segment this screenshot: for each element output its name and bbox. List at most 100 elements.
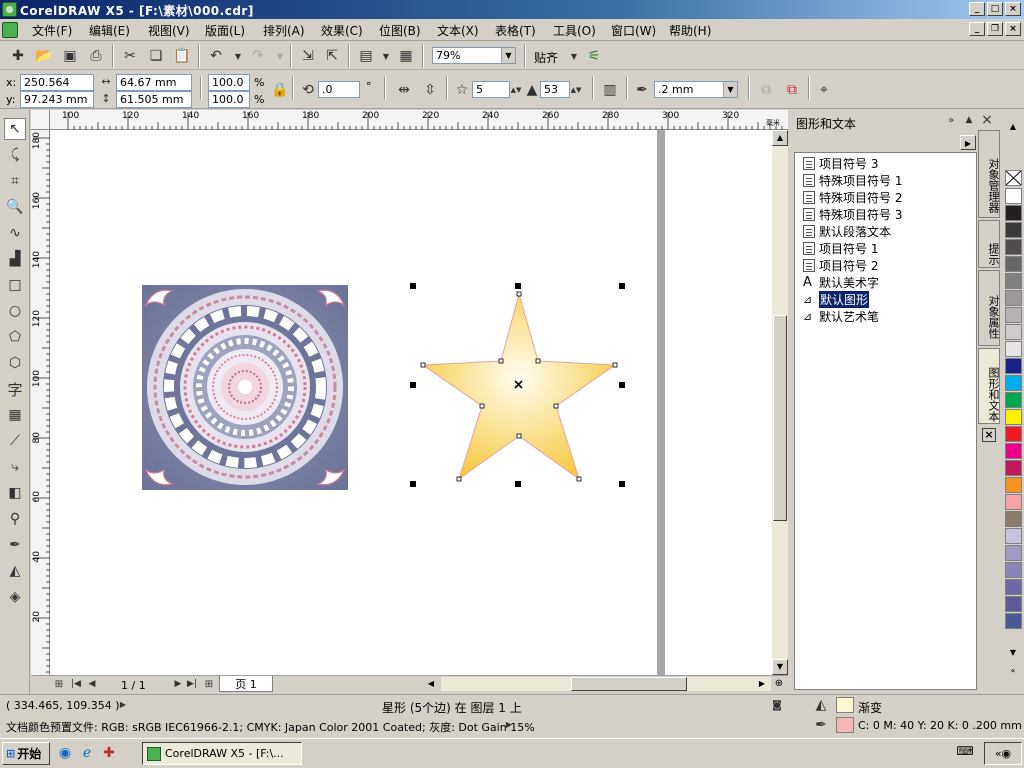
open-folder-icon[interactable]: 📂	[34, 46, 54, 66]
x-position-field[interactable]: 250.564 mm	[20, 74, 94, 104]
palette-flyout-icon[interactable]: «	[1007, 666, 1019, 680]
scroll-right-arrow-icon[interactable]: ▶	[754, 676, 770, 692]
polygon-tool-icon[interactable]: ⬠	[4, 326, 26, 348]
list-item[interactable]: 特殊项目符号 2	[803, 189, 902, 205]
docker-close-icon[interactable]: ×	[980, 112, 994, 128]
menu-bitmaps[interactable]: 位图(B)	[379, 22, 421, 39]
outline-width-select[interactable]: .2 mm ▼	[654, 81, 738, 98]
menu-tools[interactable]: 工具(O)	[553, 22, 596, 39]
browser-icon[interactable]: ◉	[56, 744, 74, 762]
color-swatch[interactable]	[1005, 358, 1022, 374]
zoom-level-select[interactable]: 79% ▼	[432, 47, 516, 64]
last-page-icon[interactable]: ▶|	[185, 676, 199, 692]
list-item[interactable]: 项目符号 2	[803, 257, 878, 273]
color-profile-info[interactable]: 文档颜色预置文件: RGB: sRGB IEC61966-2.1; CMYK: …	[6, 719, 535, 735]
next-page-icon[interactable]: ▶	[171, 676, 185, 692]
menu-effects[interactable]: 效果(C)	[321, 22, 363, 39]
color-swatch[interactable]	[1005, 545, 1022, 561]
close-button[interactable]: ×	[1005, 2, 1021, 16]
color-swatch[interactable]	[1005, 579, 1022, 595]
to-back-icon[interactable]: ⧉	[756, 80, 776, 100]
color-swatch[interactable]	[1005, 409, 1022, 425]
styles-list[interactable]: 项目符号 3 特殊项目符号 1 特殊项目符号 2 特殊项目符号 3 默认段落文本…	[794, 152, 977, 690]
menu-help[interactable]: 帮助(H)	[669, 22, 711, 39]
add-page-icon[interactable]: ⊞	[51, 676, 67, 692]
mirror-vertical-icon[interactable]: ⇳	[420, 80, 440, 100]
snap-dropdown-icon[interactable]: ▼	[564, 46, 584, 66]
color-swatch[interactable]	[1005, 596, 1022, 612]
tool-icon[interactable]: ✚	[100, 744, 118, 762]
save-icon[interactable]: ▣	[60, 46, 80, 66]
color-swatch[interactable]	[1005, 562, 1022, 578]
horizontal-ruler[interactable]: 100 120 140 160 180 200 220 240 260 280 …	[50, 110, 788, 130]
color-swatch[interactable]	[1005, 256, 1022, 272]
color-swatch[interactable]	[1005, 188, 1022, 204]
color-swatch[interactable]	[1005, 222, 1022, 238]
fill-tool-icon[interactable]: ◭	[4, 560, 26, 582]
convert-to-curves-icon[interactable]: ⌖	[814, 80, 834, 100]
keyboard-icon[interactable]: ⌨	[956, 744, 974, 762]
crop-tool-icon[interactable]: ⌗	[4, 170, 26, 192]
rotation-field[interactable]: .0	[318, 81, 360, 98]
connector-tool-icon[interactable]: ⤷	[4, 456, 26, 478]
vertical-ruler[interactable]: 180 160 140 120 100 80 60 40 20	[31, 130, 50, 675]
to-front-icon[interactable]: ⧉	[782, 80, 802, 100]
color-swatch[interactable]	[1005, 477, 1022, 493]
menu-layout[interactable]: 版面(L)	[205, 22, 245, 39]
print-icon[interactable]: ⎙	[86, 46, 106, 66]
scroll-down-arrow-icon[interactable]: ▼	[772, 659, 788, 675]
status-arrow-icon[interactable]: ▶	[118, 697, 128, 711]
scale-x-field[interactable]: 100.0	[208, 74, 250, 91]
color-swatch[interactable]	[1005, 443, 1022, 459]
fill-swatch[interactable]	[836, 697, 854, 713]
list-item[interactable]: 特殊项目符号 3	[803, 206, 902, 222]
snap-to-label[interactable]: 贴齐	[534, 49, 558, 66]
outline-pen-tool-icon[interactable]: ✒	[4, 534, 26, 556]
scroll-left-arrow-icon[interactable]: ◀	[423, 676, 439, 692]
color-swatch[interactable]	[1005, 511, 1022, 527]
menu-window[interactable]: 窗口(W)	[611, 22, 656, 39]
tab-object-manager[interactable]: 对象管理器	[978, 130, 1000, 218]
lock-ratio-icon[interactable]: 🔒	[270, 80, 290, 100]
star-points-field[interactable]: 5	[472, 81, 510, 98]
list-item[interactable]: 特殊项目符号 1	[803, 172, 902, 188]
basic-shapes-tool-icon[interactable]: ⬡	[4, 352, 26, 374]
prev-page-icon[interactable]: ◀	[85, 676, 99, 692]
options-icon[interactable]: ⚟	[584, 46, 604, 66]
table-tool-icon[interactable]: ▦	[4, 404, 26, 426]
color-swatch[interactable]	[1005, 426, 1022, 442]
tray-expand-icon[interactable]: «◉	[984, 742, 1022, 765]
vertical-scrollbar[interactable]: ▲ ▼	[772, 130, 788, 675]
document-icon[interactable]	[2, 22, 18, 38]
undo-icon[interactable]: ↶	[206, 46, 226, 66]
menu-table[interactable]: 表格(T)	[495, 22, 536, 39]
interactive-fill-tool-icon[interactable]: ◈	[4, 586, 26, 608]
maximize-button[interactable]: □	[987, 2, 1003, 16]
list-item[interactable]: A 默认美术字	[803, 274, 879, 290]
color-swatch[interactable]	[1005, 528, 1022, 544]
sharpness-field[interactable]: 53	[540, 81, 570, 98]
menu-text[interactable]: 文本(X)	[437, 22, 479, 39]
scroll-up-arrow-icon[interactable]: ▲	[772, 130, 788, 146]
pick-tool-icon[interactable]: ↖	[4, 118, 26, 140]
redo-icon[interactable]: ↷	[248, 46, 268, 66]
palette-scroll-down-icon[interactable]: ▼	[1007, 648, 1019, 662]
welcome-screen-icon[interactable]: ▦	[396, 46, 416, 66]
tab-object-properties[interactable]: 对象属性	[978, 270, 1000, 346]
doc-minimize-button[interactable]: _	[969, 22, 985, 36]
rectangle-tool-icon[interactable]: □	[4, 274, 26, 296]
color-swatch[interactable]	[1005, 375, 1022, 391]
list-item[interactable]: ⊿ 默认艺术笔	[803, 308, 879, 324]
width-field[interactable]: 64.67 mm	[116, 74, 192, 91]
copy-icon[interactable]: ❏	[146, 46, 166, 66]
color-swatch[interactable]	[1005, 307, 1022, 323]
smart-fill-tool-icon[interactable]: ▟	[4, 248, 26, 270]
menu-file[interactable]: 文件(F)	[32, 22, 72, 39]
taskbar-coreldraw-button[interactable]: CorelDRAW X5 - [F:\...	[142, 742, 302, 765]
color-swatch[interactable]	[1005, 460, 1022, 476]
add-page-after-icon[interactable]: ⊞	[201, 676, 217, 692]
text-tool-icon[interactable]: 字	[4, 378, 26, 400]
mirror-horizontal-icon[interactable]: ⇹	[394, 80, 414, 100]
color-swatch[interactable]	[1005, 613, 1022, 629]
rotate-icon[interactable]: ⟲	[298, 80, 318, 100]
